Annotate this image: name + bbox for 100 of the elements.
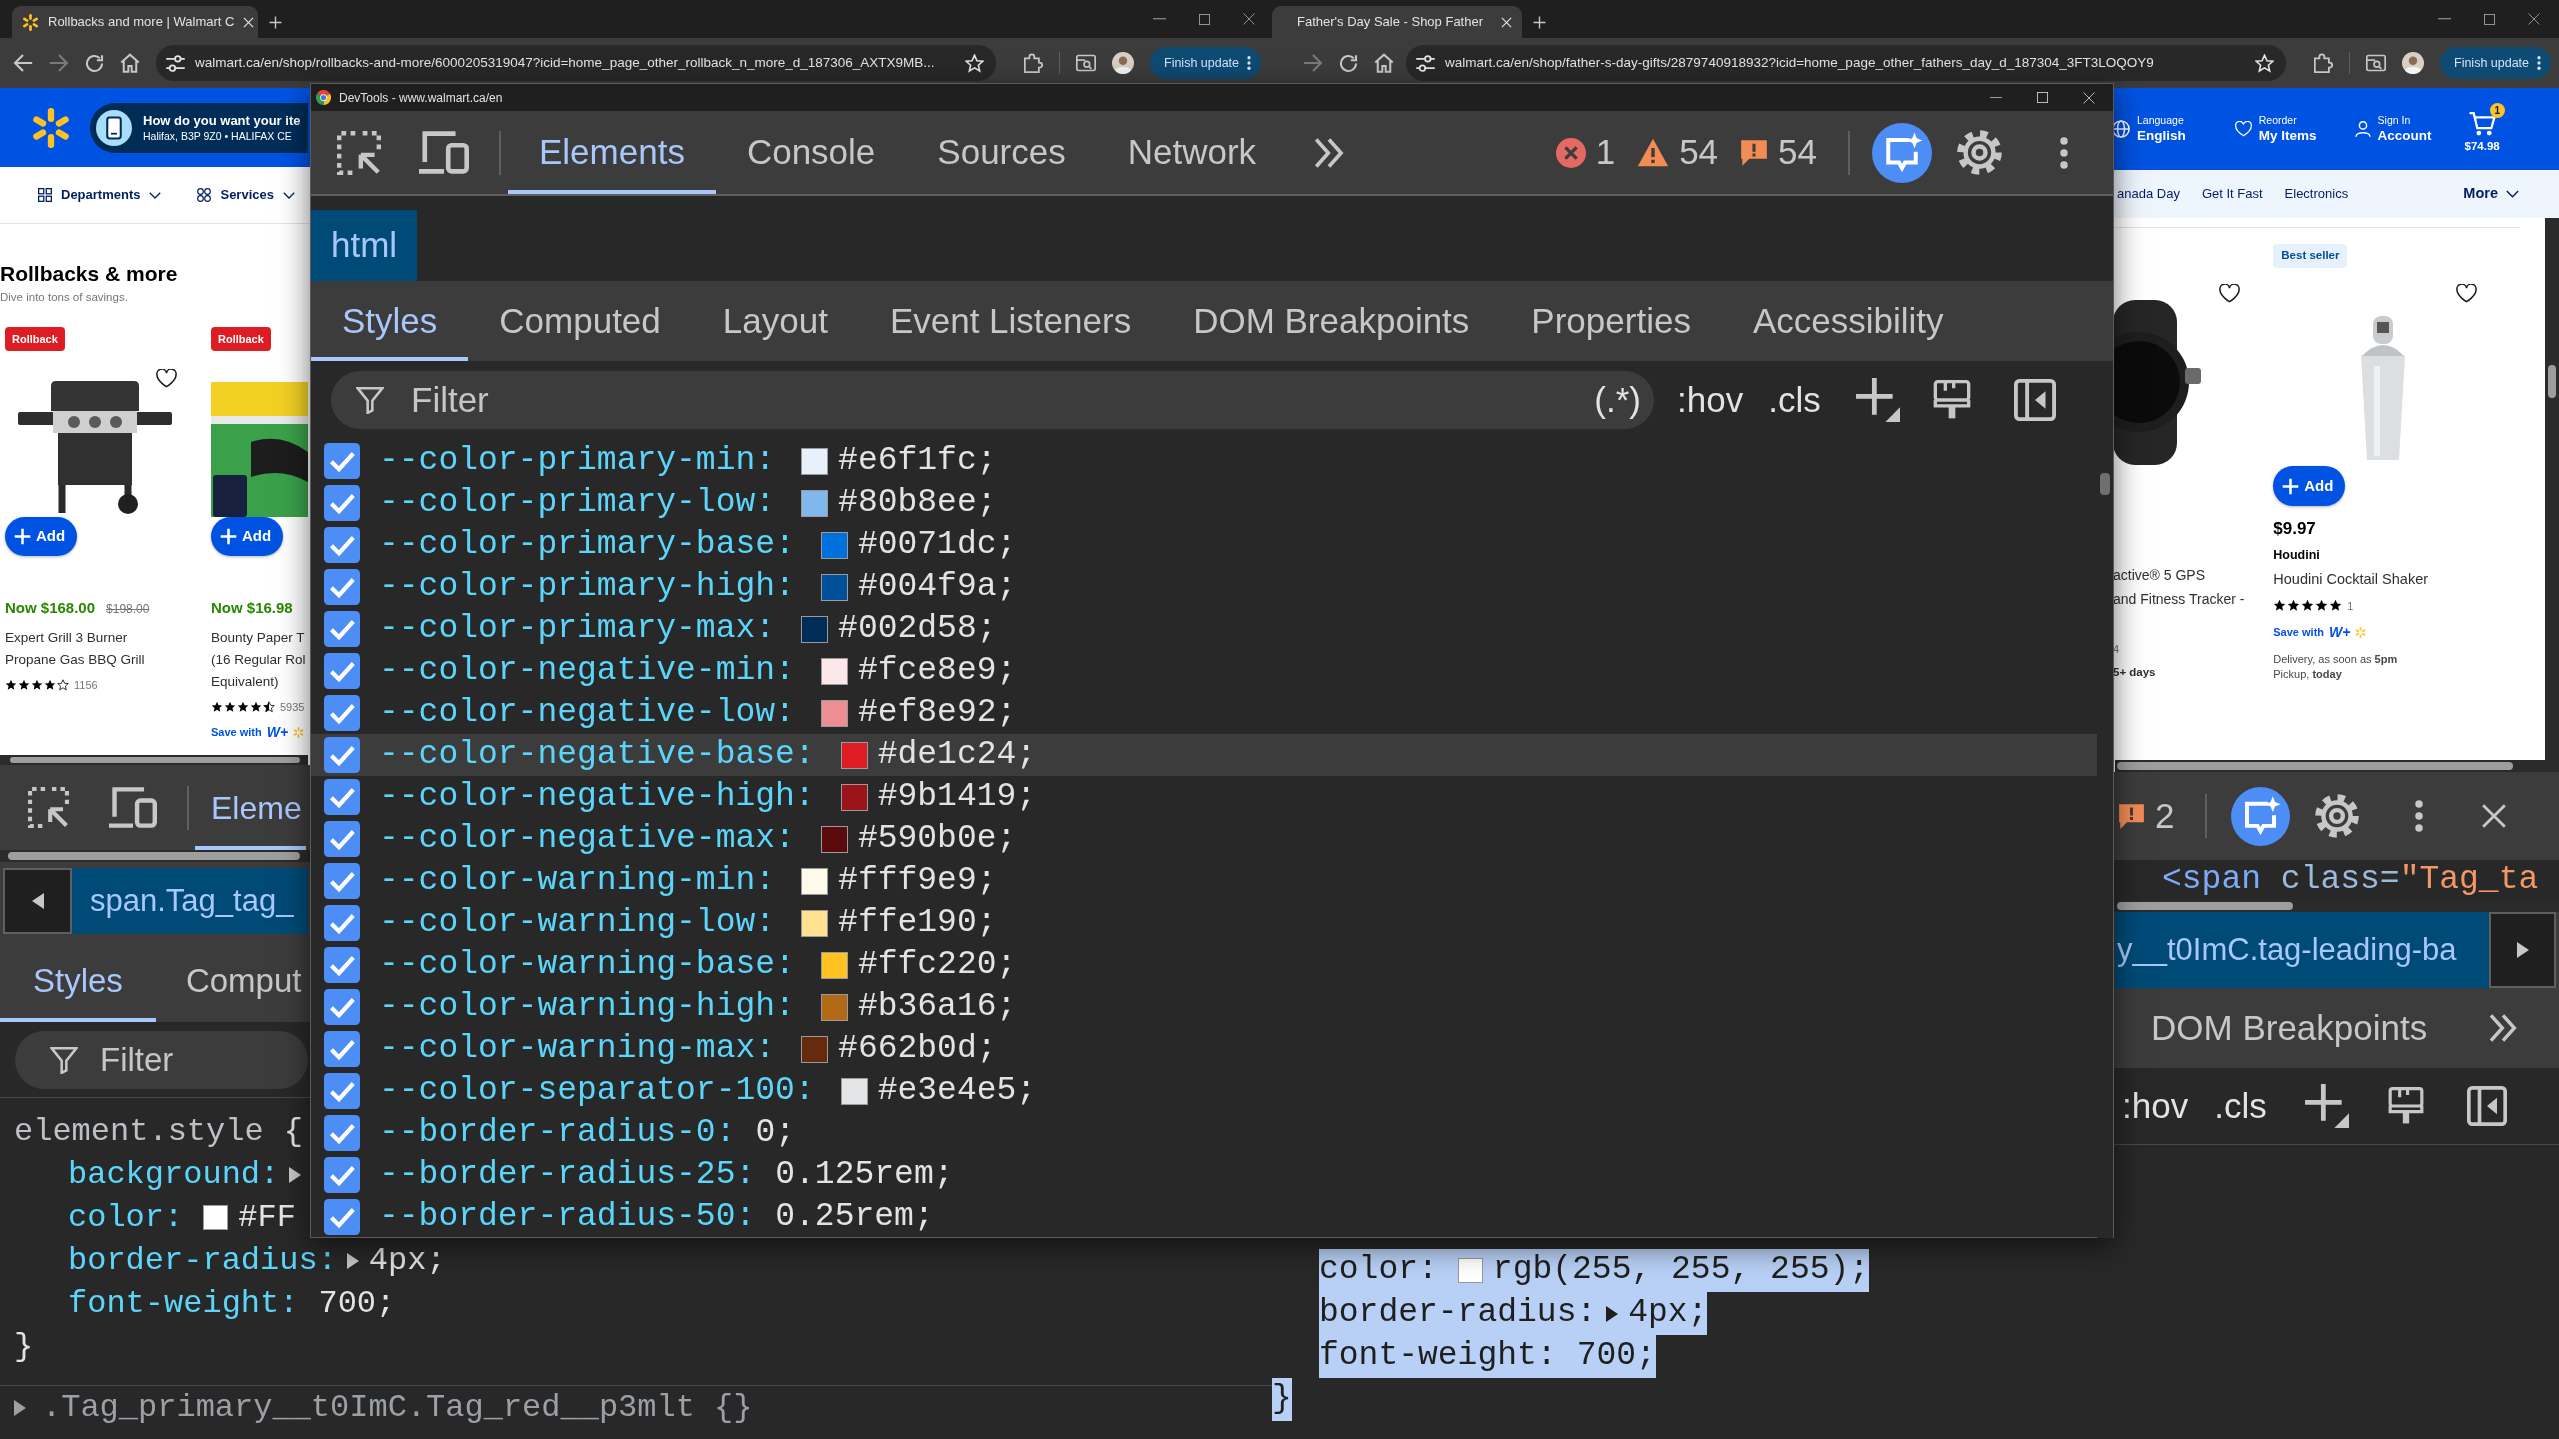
close-icon[interactable] — [2528, 13, 2540, 25]
expand-triangle-icon[interactable] — [1606, 1305, 1619, 1322]
color-swatch[interactable] — [840, 741, 868, 769]
declaration-row[interactable]: --color-warning-low: #ffe190; — [311, 902, 2097, 944]
site-settings-icon[interactable] — [1416, 54, 1435, 72]
declaration-row[interactable]: --color-primary-base: #0071dc; — [311, 524, 2097, 566]
new-style-rule-icon[interactable] — [1855, 378, 1900, 422]
close-icon[interactable] — [1243, 13, 1255, 25]
color-swatch[interactable] — [1457, 1258, 1483, 1283]
tab[interactable]: Network — [1096, 111, 1288, 194]
account-link[interactable]: Sign In Account — [2354, 113, 2432, 145]
issues-counter[interactable]: 54 — [1740, 126, 1817, 179]
tab[interactable]: Console — [715, 111, 907, 194]
checkbox[interactable] — [324, 1199, 360, 1235]
tab[interactable]: Accessibility — [1721, 281, 1975, 361]
tab[interactable]: Styles — [0, 940, 156, 1022]
declaration-row[interactable]: --color-separator-100: #e3e4e5; — [311, 1070, 2097, 1112]
declaration-row[interactable]: --color-warning-min: #fff9e9; — [311, 860, 2097, 902]
color-swatch[interactable] — [820, 825, 848, 853]
browser-tab[interactable]: Rollbacks and more | Walmart C — [12, 6, 258, 38]
declaration-row[interactable]: --color-warning-max: #662b0d; — [311, 1028, 2097, 1070]
checkbox[interactable] — [324, 863, 360, 899]
scrollbar-thumb[interactable] — [2117, 762, 2513, 770]
color-swatch[interactable] — [801, 615, 829, 643]
nav-link[interactable]: Get It Fast — [2201, 184, 2263, 204]
checkbox[interactable] — [324, 527, 360, 563]
checkbox[interactable] — [324, 737, 360, 773]
color-swatch[interactable] — [801, 909, 829, 937]
declaration-row[interactable]: --color-negative-max: #590b0e; — [311, 818, 2097, 860]
finish-update-button[interactable]: Finish update — [2440, 47, 2552, 79]
inspect-icon[interactable] — [337, 130, 381, 175]
close-icon[interactable] — [2083, 91, 2095, 104]
checkbox[interactable] — [324, 821, 360, 857]
color-swatch[interactable] — [820, 573, 848, 601]
color-swatch[interactable] — [820, 951, 848, 979]
errors-counter[interactable]: 1 — [1555, 126, 1616, 179]
minimize-icon[interactable] — [1153, 18, 1166, 20]
tab[interactable]: Properties — [1500, 281, 1722, 361]
nav-link[interactable]: Electronics — [2284, 184, 2349, 204]
back-icon[interactable] — [13, 53, 33, 73]
bookmark-star-icon[interactable] — [965, 53, 984, 73]
more-menu[interactable]: More — [2463, 183, 2519, 205]
address-bar[interactable]: walmart.ca/en/shop/father-s-day-gifts/2879740918932?icid=home_page_other_fathers_day_d_187304_3FT3LOQOY9 — [1406, 45, 2286, 81]
more-tabs-icon[interactable] — [1313, 135, 1346, 170]
checkbox[interactable] — [324, 1157, 360, 1193]
device-toolbar-icon[interactable] — [109, 787, 157, 828]
issues-counter[interactable]: 2 — [2118, 789, 2175, 843]
departments-menu[interactable]: Departments — [38, 185, 162, 205]
color-swatch[interactable] — [820, 699, 848, 727]
breadcrumb-back-button[interactable] — [3, 868, 72, 934]
scrollbar-thumb[interactable] — [10, 757, 300, 763]
heart-icon[interactable] — [2219, 284, 2241, 303]
sidebar-toggle-icon[interactable] — [2466, 1086, 2507, 1126]
declaration-row[interactable]: --color-primary-low: #80b8ee; — [311, 482, 2097, 524]
reload-icon[interactable] — [85, 53, 104, 73]
bookmark-star-icon[interactable] — [2255, 53, 2274, 73]
maximize-icon[interactable] — [2484, 13, 2495, 25]
checkbox[interactable] — [324, 695, 360, 731]
declaration-row[interactable]: --border-radius-50: 0.25rem; — [311, 1196, 2097, 1238]
close-icon[interactable] — [2481, 803, 2508, 829]
tab[interactable]: Comput — [155, 940, 302, 1022]
site-settings-icon[interactable] — [166, 54, 185, 72]
checkbox[interactable] — [324, 653, 360, 689]
state-toggle-button[interactable]: :hov — [1677, 373, 1744, 427]
declaration-row[interactable]: --color-primary-min: #e6f1fc; — [311, 440, 2097, 482]
reload-icon[interactable] — [1339, 53, 1358, 73]
breadcrumb-next-button[interactable] — [2489, 912, 2556, 988]
chat-sparkle-icon[interactable] — [1872, 122, 1932, 183]
avatar-icon[interactable] — [1112, 52, 1134, 74]
declaration-row[interactable]: --color-negative-base: #de1c24; — [311, 734, 2097, 776]
tab[interactable]: DOM Breakpoints — [1162, 281, 1501, 361]
heart-icon[interactable] — [2456, 284, 2477, 303]
home-icon[interactable] — [1374, 53, 1394, 73]
checkbox[interactable] — [324, 611, 360, 647]
reorder-link[interactable]: Reorder My Items — [2234, 113, 2317, 145]
checkbox[interactable] — [324, 569, 360, 605]
forward-icon[interactable] — [49, 53, 69, 73]
extension-icon[interactable] — [2314, 53, 2333, 73]
declaration-row[interactable]: --color-negative-high: #9b1419; — [311, 776, 2097, 818]
color-swatch[interactable] — [801, 489, 829, 517]
filter-field[interactable]: Filter — [15, 1030, 308, 1089]
filter-field[interactable]: Filter (.*) — [331, 371, 1654, 429]
language-selector[interactable]: Language English — [2112, 113, 2186, 145]
color-swatch[interactable] — [840, 1077, 868, 1105]
regex-toggle-button[interactable]: (.*) — [1594, 373, 1641, 427]
maximize-icon[interactable] — [1199, 13, 1210, 25]
checkbox[interactable] — [324, 1073, 360, 1109]
declaration-row[interactable]: --color-primary-max: #002d58; — [311, 608, 2097, 650]
filter-input[interactable]: Filter — [411, 373, 1595, 427]
finish-update-button[interactable]: Finish update — [1150, 47, 1262, 79]
tab[interactable]: Event Listeners — [858, 281, 1163, 361]
scrollbar-thumb[interactable] — [2117, 902, 2293, 910]
cart-button[interactable]: 1 $74.98 — [2464, 102, 2505, 156]
maximize-icon[interactable] — [2037, 92, 2048, 103]
declaration-row[interactable]: --border-radius-25: 0.125rem; — [311, 1154, 2097, 1196]
color-swatch[interactable] — [820, 993, 848, 1021]
chat-sparkle-icon[interactable] — [2231, 786, 2291, 846]
address-bar[interactable]: walmart.ca/en/shop/rollbacks-and-more/6000205319047?icid=home_page_other_rollback_n_more_d_187306_AXTX9MB... — [156, 45, 996, 81]
color-swatch[interactable] — [820, 657, 848, 685]
checkbox[interactable] — [324, 947, 360, 983]
